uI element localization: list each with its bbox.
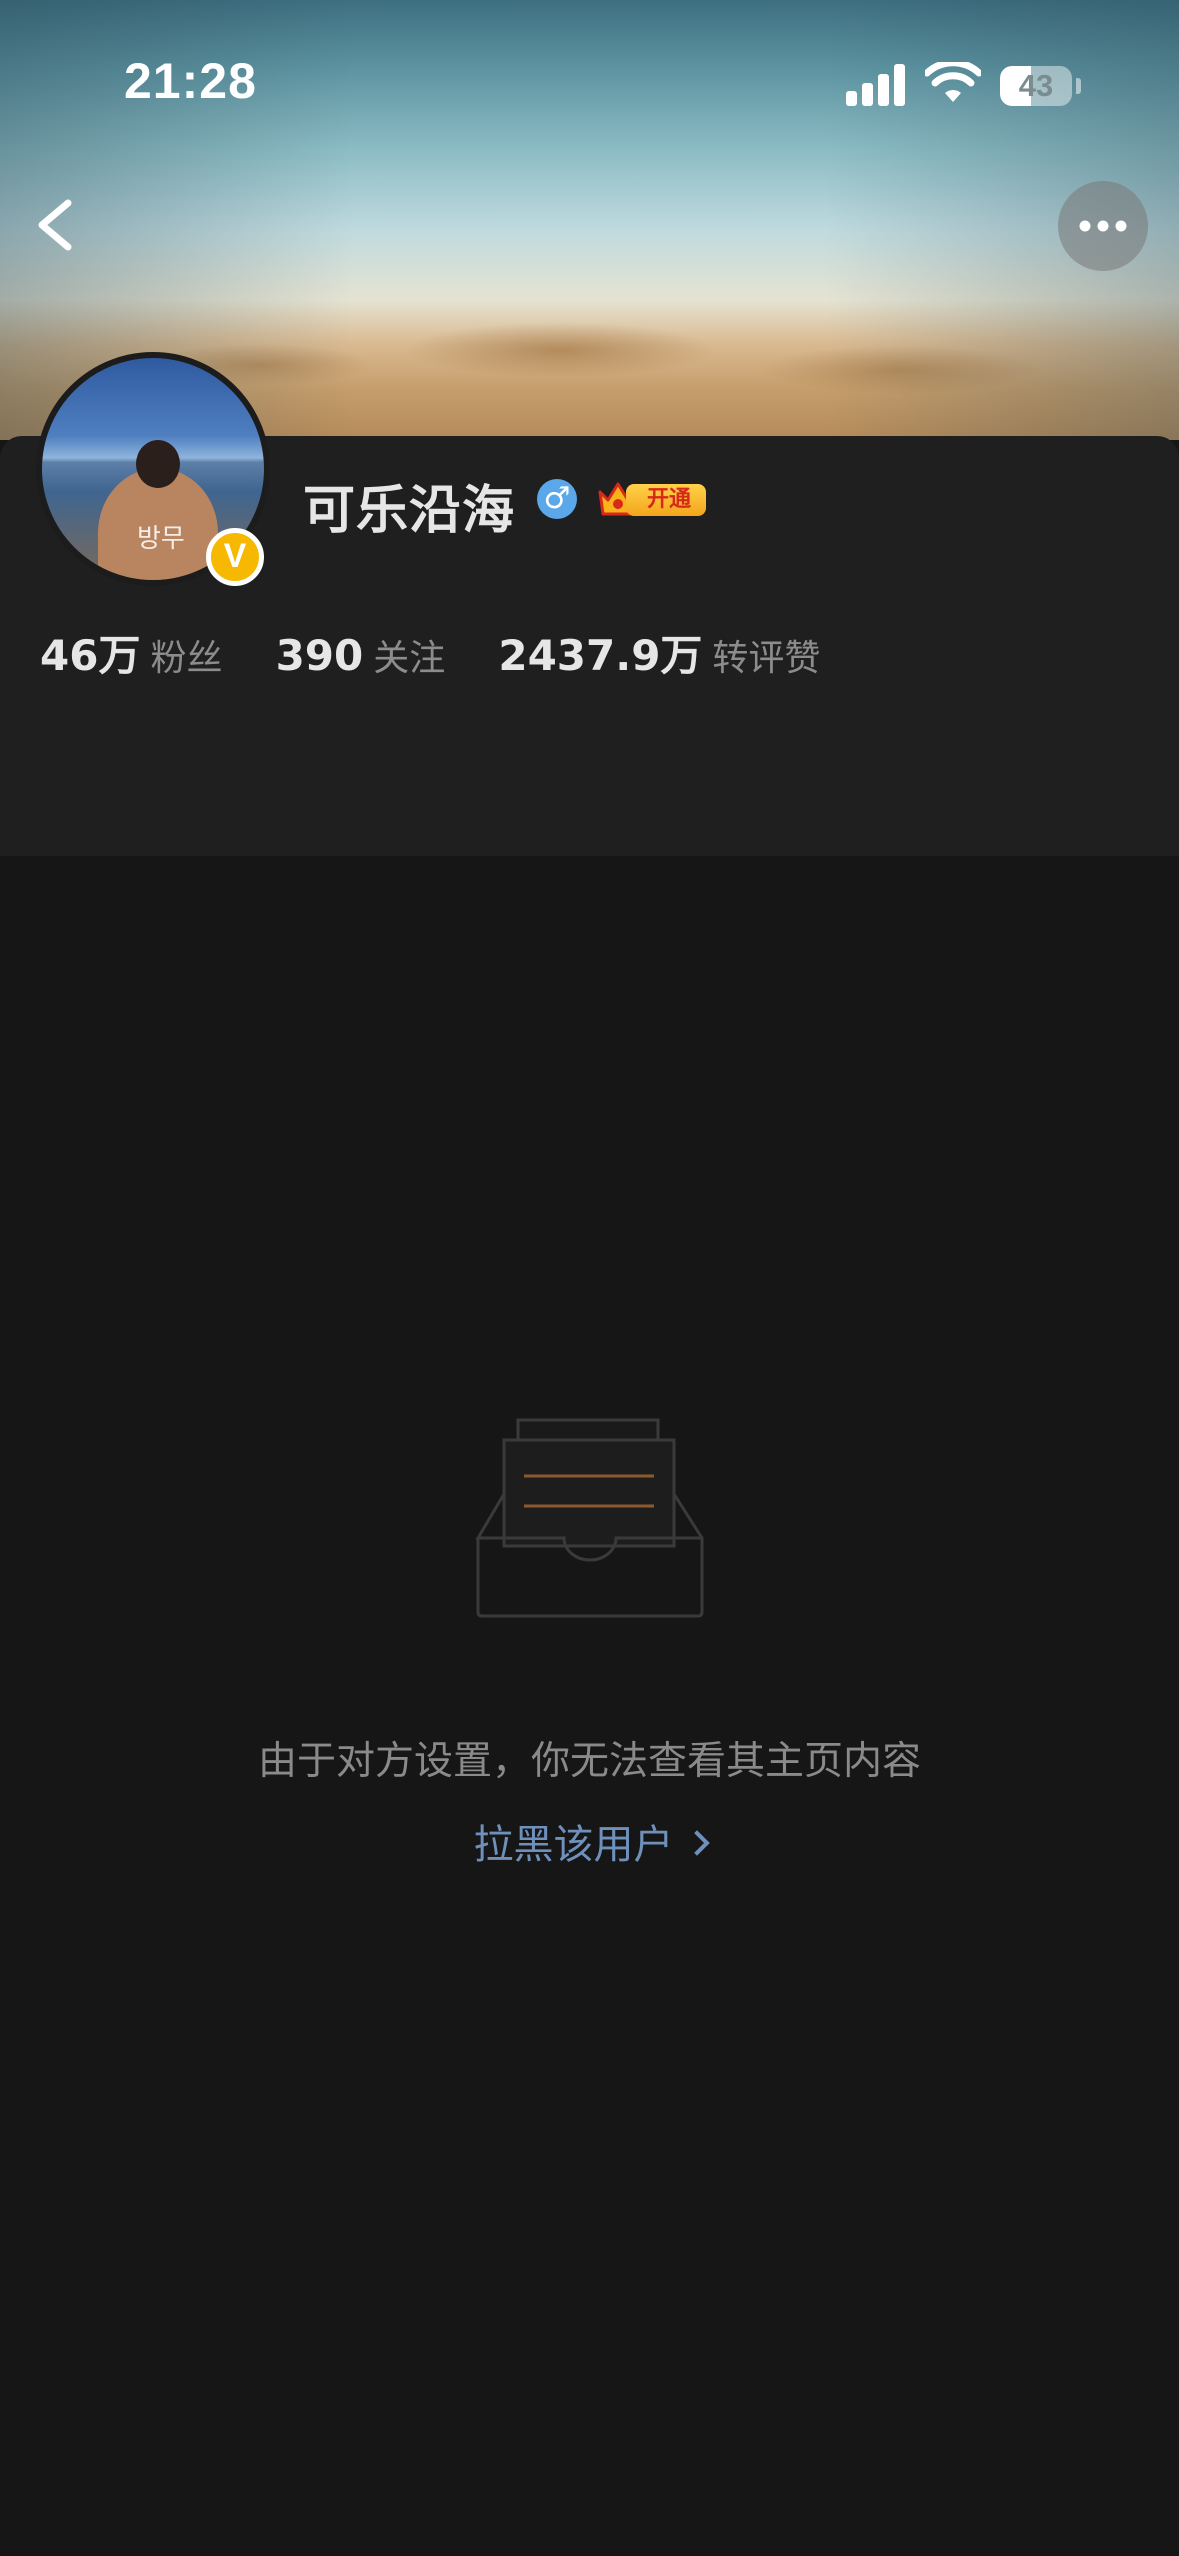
username: 可乐沿海 [303, 481, 516, 541]
block-user-link[interactable]: 拉黑该用户 [0, 1812, 1179, 1870]
chevron-right-icon [683, 1830, 710, 1856]
stat-followers[interactable]: 46万 粉丝 [40, 622, 222, 683]
wifi-icon [925, 62, 981, 102]
vip-label: 开通 [626, 484, 706, 516]
avatar-scribble: 방무 [137, 524, 185, 554]
more-options-button[interactable] [1058, 181, 1148, 271]
stat-label: 转评赞 [712, 638, 821, 679]
stat-label: 关注 [373, 638, 446, 679]
male-icon: ♂ [537, 479, 577, 519]
status-time: 21:28 [124, 53, 257, 109]
block-user-label: 拉黑该用户 [473, 1822, 674, 1868]
ellipsis-icon [1079, 220, 1127, 232]
stat-value: 2437.9万 [498, 631, 703, 680]
stat-label: 粉丝 [150, 638, 223, 679]
battery-icon: 43 [1000, 66, 1072, 106]
profile-stats: 46万 粉丝 390 关注 2437.9万 转评赞 [40, 622, 868, 682]
verified-badge-icon: V [206, 528, 264, 586]
stat-following[interactable]: 390 关注 [276, 629, 446, 681]
battery-level: 43 [1018, 68, 1054, 103]
stat-value: 390 [275, 631, 364, 680]
empty-inbox-icon [475, 1418, 704, 1618]
stat-reposts-comments-likes: 2437.9万 转评赞 [498, 622, 820, 683]
cellular-signal-icon [846, 64, 906, 106]
back-button[interactable] [20, 185, 90, 265]
vip-open-badge[interactable]: 开通 [596, 478, 708, 520]
avatar-person-head [136, 440, 180, 488]
stat-value: 46万 [40, 631, 141, 680]
battery-cap [1076, 78, 1081, 94]
restricted-message: 由于对方设置，你无法查看其主页内容 [257, 1739, 921, 1784]
